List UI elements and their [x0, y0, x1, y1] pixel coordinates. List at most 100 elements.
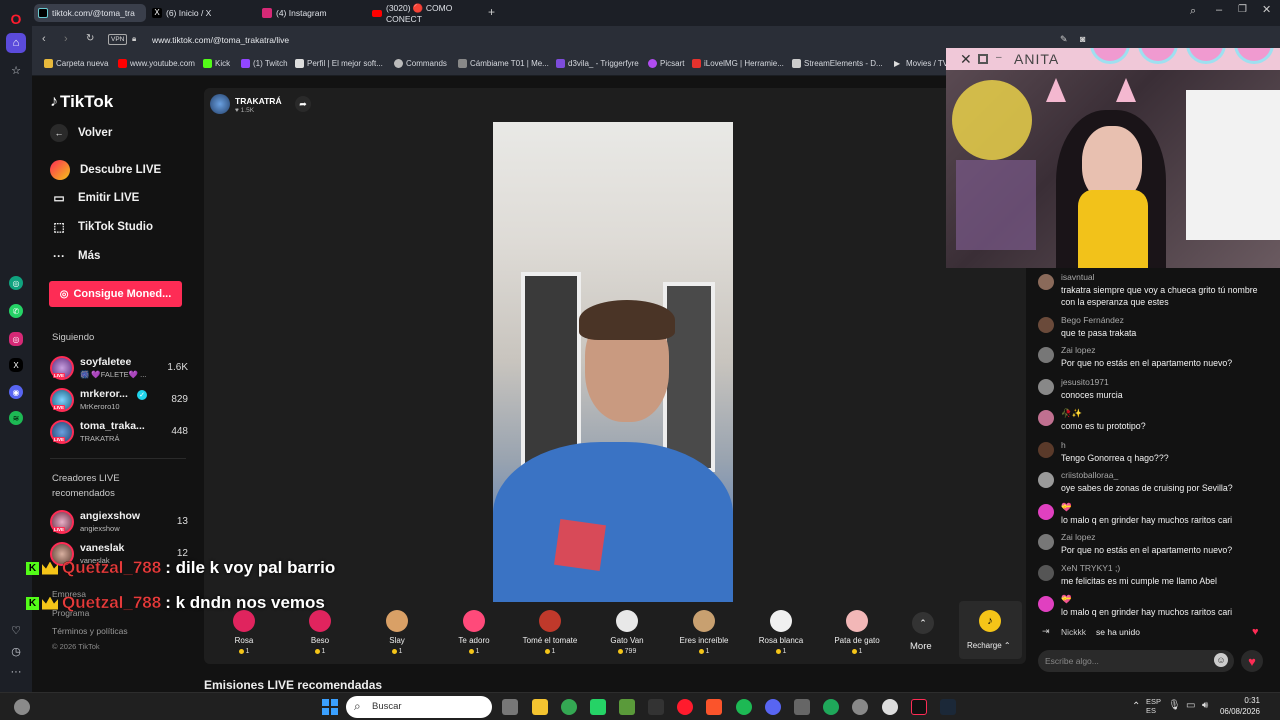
chat-username[interactable]: criistoballoraa_ [1061, 470, 1118, 480]
chat-avatar[interactable] [1038, 596, 1054, 612]
clock-time[interactable]: 0:31 [1224, 696, 1260, 705]
gift-item[interactable]: Te adoro 1 [440, 610, 508, 655]
bookmark-item[interactable]: Carpeta nueva [44, 59, 108, 68]
tab-youtube[interactable]: (3020) 🔴 COMO CONECT [368, 3, 484, 24]
chat-username[interactable]: 🥀✨ [1061, 408, 1082, 419]
tab-x[interactable]: X (6) Inicio / X [148, 4, 256, 22]
bookmark-item[interactable]: iLovelMG | Herramie... [692, 59, 784, 68]
like-button[interactable]: ♥ [1241, 650, 1263, 672]
widgets-icon[interactable] [14, 699, 30, 715]
following-account[interactable]: LIVE mrkeror... ✓ MrKeroro10 829 [50, 386, 188, 414]
edit-icon[interactable]: ✎ [1060, 34, 1068, 45]
chrome-icon[interactable] [561, 699, 577, 715]
minecraft-icon[interactable] [619, 699, 635, 715]
forward-icon[interactable]: › [64, 33, 68, 45]
bookmark-item[interactable]: (1) Twitch [241, 59, 288, 68]
chat-username[interactable]: Zai lopez [1061, 532, 1096, 542]
back-button[interactable]: ← Volver [50, 124, 112, 142]
bookmark-item[interactable]: d3vila_ - Triggerfyre [556, 59, 639, 68]
tiktok-logo[interactable]: ♪ TikTok [50, 92, 113, 112]
spotify-icon[interactable] [736, 699, 752, 715]
gift-item[interactable]: Rosa 1 [210, 610, 278, 655]
chat-avatar[interactable] [1038, 379, 1054, 395]
bookmark-item[interactable]: Kick [203, 59, 230, 68]
volume-icon[interactable]: 🔊︎ [1202, 700, 1208, 711]
chat-avatar[interactable] [1038, 565, 1054, 581]
vpn-badge[interactable]: VPN [108, 34, 128, 45]
chat-username[interactable]: XeN TRYKY1 ;) [1061, 563, 1120, 573]
share-icon[interactable]: ➦ [295, 96, 311, 112]
maximize-icon[interactable]: ❐ [1238, 4, 1247, 15]
creator-account[interactable]: LIVE angiexshow angiexshow 13 [50, 508, 188, 536]
whatsapp-icon[interactable] [590, 699, 606, 715]
bookmark-item[interactable]: Cámbiame T01 | Me... [458, 59, 549, 68]
gift-item[interactable]: Tomé el tomate 1 [516, 610, 584, 655]
brave-icon[interactable] [706, 699, 722, 715]
opera-logo-icon[interactable]: O [6, 9, 26, 29]
chat-avatar[interactable] [1038, 472, 1054, 488]
chat-username[interactable]: h [1061, 440, 1066, 450]
close-window-icon[interactable]: ✕ [1262, 3, 1271, 16]
microphone-icon[interactable]: 🎙︎ [1168, 700, 1181, 711]
following-account[interactable]: LIVE soyfaletee 🎆 💜FALETE💜 ... 1.6K [50, 354, 188, 382]
epic-games-icon[interactable] [648, 699, 664, 715]
app-icon[interactable] [794, 699, 810, 715]
emoji-icon[interactable]: ☺ [1214, 653, 1228, 667]
chat-username[interactable]: 💝 [1061, 594, 1072, 605]
nav-tiktok-studio[interactable]: ⬚ TikTok Studio [50, 218, 153, 236]
footer-terms-link[interactable]: Términos y políticas [52, 626, 128, 636]
steam-icon[interactable] [940, 699, 956, 715]
back-icon[interactable]: ‹ [42, 33, 46, 45]
gift-item[interactable]: Gato Van 799 [593, 610, 661, 655]
spotify-icon[interactable]: ≋ [9, 411, 23, 425]
chevron-up-icon[interactable]: ⌃ [912, 612, 934, 634]
streamer-name[interactable]: TRAKATRÁ [235, 96, 282, 106]
whatsapp-icon[interactable]: ✆ [9, 304, 23, 318]
url-input[interactable]: www.tiktok.com/@toma_trakatra/live [152, 35, 289, 45]
tab-instagram[interactable]: (4) Instagram [258, 4, 366, 22]
opera-icon[interactable] [677, 699, 693, 715]
tiktok-icon[interactable] [911, 699, 927, 715]
obs-icon[interactable] [882, 699, 898, 715]
new-tab-button[interactable]: + [488, 5, 495, 19]
x-icon[interactable]: X [9, 358, 23, 372]
gift-item[interactable]: Beso 1 [286, 610, 354, 655]
discord-icon[interactable] [765, 699, 781, 715]
chat-avatar[interactable] [1038, 347, 1054, 363]
streamer-avatar[interactable] [210, 94, 230, 114]
recharge-button[interactable]: ♪ Recharge ⌃ [959, 601, 1022, 659]
chat-avatar[interactable] [1038, 504, 1054, 520]
chatgpt-icon[interactable]: ◎ [9, 276, 23, 290]
settings-icon[interactable] [852, 699, 868, 715]
chat-username[interactable]: Zai lopez [1061, 345, 1096, 355]
language-indicator[interactable]: ESP ES [1146, 697, 1161, 715]
gift-item[interactable]: Eres increíble 1 [670, 610, 738, 655]
chat-input[interactable]: Escribe algo... ☺ [1038, 650, 1234, 672]
app-icon[interactable] [823, 699, 839, 715]
gift-item[interactable]: Slay 1 [363, 610, 431, 655]
more-gifts-button[interactable]: More [910, 641, 932, 652]
pinboard-icon[interactable]: ☆ [6, 60, 26, 80]
tab-tiktok[interactable]: tiktok.com/@toma_tra [34, 4, 146, 22]
network-icon[interactable]: ▭ [1186, 700, 1195, 711]
minimize-icon[interactable]: – [1216, 4, 1222, 16]
bookmark-item[interactable]: www.youtube.com [118, 59, 195, 68]
clock-date[interactable]: 06/08/2026 [1216, 707, 1260, 716]
chat-avatar[interactable] [1038, 442, 1054, 458]
file-explorer-icon[interactable] [532, 699, 548, 715]
home-icon[interactable]: ⌂ [6, 33, 26, 53]
chat-avatar[interactable] [1038, 317, 1054, 333]
nav-descubre-live[interactable]: Descubre LIVE [50, 160, 161, 180]
history-icon[interactable]: ◷ [6, 641, 26, 661]
gift-item[interactable]: Pata de gato 1 [823, 610, 891, 655]
chat-avatar[interactable] [1038, 410, 1054, 426]
chat-username[interactable]: isavntual [1061, 272, 1095, 282]
nav-mas[interactable]: ··· Más [50, 247, 100, 265]
discord-icon[interactable]: ◉ [9, 385, 23, 399]
taskbar-search[interactable]: ⌕ Buscar [346, 696, 492, 718]
bookmark-item[interactable]: Perfil | El mejor soft... [295, 59, 383, 68]
bookmark-item[interactable]: StreamElements - D... [792, 59, 883, 68]
chat-username[interactable]: Bego Fernández [1061, 315, 1124, 325]
stream-video[interactable] [493, 122, 733, 602]
gift-item[interactable]: Rosa blanca 1 [747, 610, 815, 655]
